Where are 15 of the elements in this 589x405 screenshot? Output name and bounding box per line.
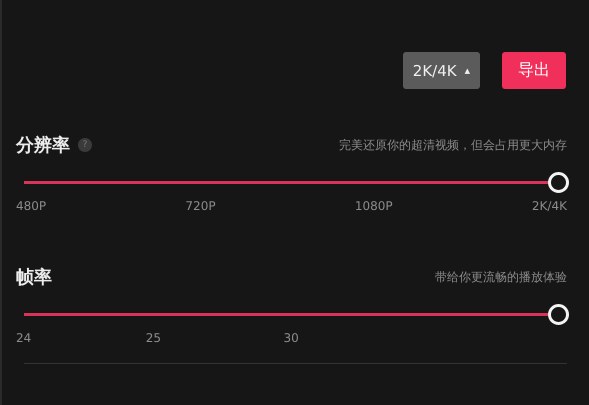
- tick-label: 720P: [185, 199, 216, 213]
- tick-label: 24: [16, 331, 32, 345]
- tick-label: 480P: [16, 199, 46, 213]
- help-icon[interactable]: ?: [78, 138, 92, 152]
- tick-label: 1080P: [354, 199, 393, 213]
- tick-label: 2K/4K: [532, 199, 567, 213]
- slider-thumb[interactable]: [548, 172, 569, 193]
- tick-label: 25: [146, 331, 162, 345]
- setting-title: 分辨率: [16, 134, 70, 157]
- setting-description: 带给你更流畅的播放体验: [435, 268, 567, 286]
- tick-label: 30: [284, 331, 299, 345]
- export-button[interactable]: 导出: [502, 52, 566, 89]
- setting-description: 完美还原你的超清视频，但会占用更大内存: [339, 136, 567, 154]
- setting-title: 帧率: [16, 266, 52, 289]
- slider-thumb[interactable]: [548, 304, 569, 325]
